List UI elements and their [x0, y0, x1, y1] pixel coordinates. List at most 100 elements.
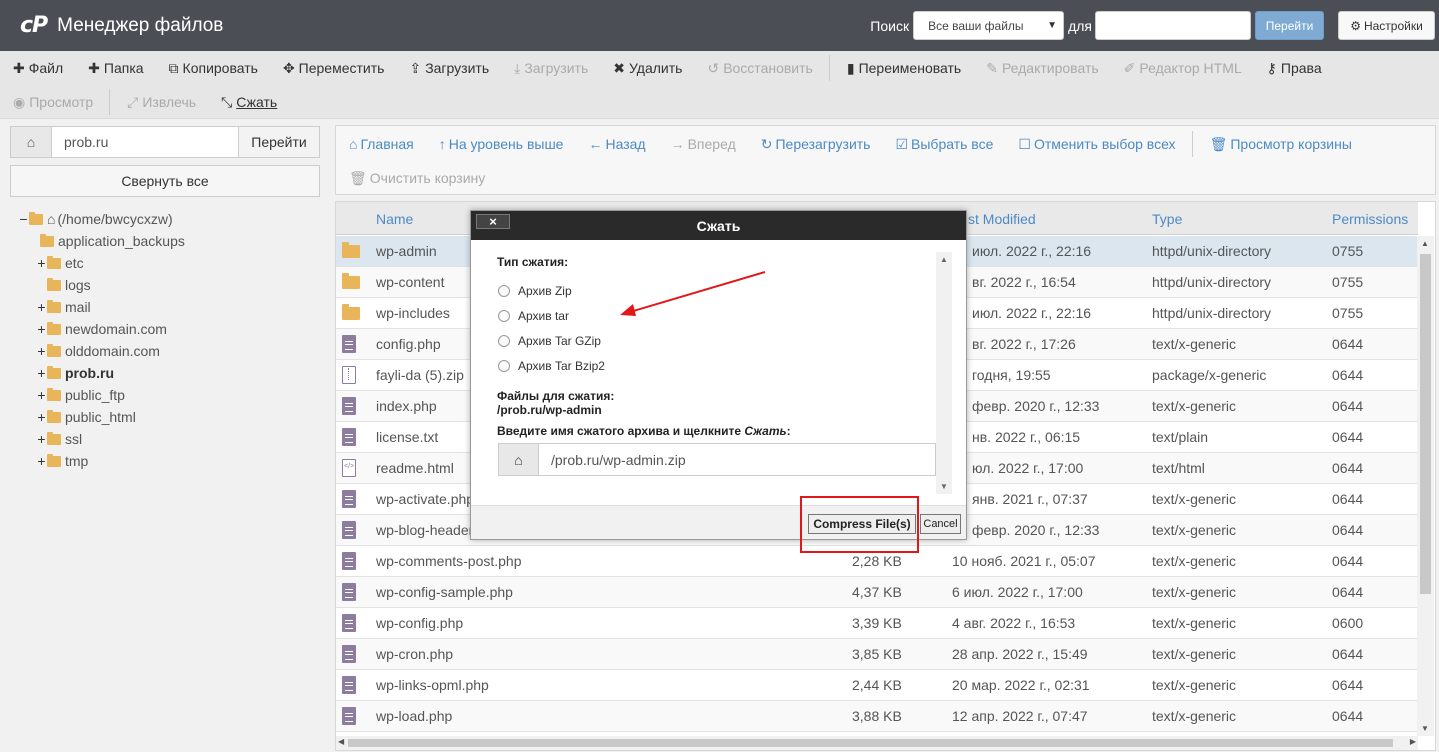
table-row[interactable]: wp-config-sample.php 4,37 KB 6 июл. 2022 г… — [336, 577, 1418, 608]
move-button[interactable]: ✥ Переместить — [283, 60, 385, 77]
search-go-button[interactable]: Перейти — [1255, 11, 1324, 40]
extract-button[interactable]: ⤢ Извлечь — [127, 94, 196, 111]
forward-button[interactable]: → Вперед — [671, 136, 736, 152]
tree-item-home[interactable]: − ⌂ (/home/bwcycxzw) — [18, 208, 185, 230]
archive-name-input[interactable]: /prob.ru/wp-admin.zip — [539, 444, 935, 475]
new-folder-button[interactable]: ✚ Папка — [88, 60, 143, 77]
reload-button[interactable]: ↻ Перезагрузить — [761, 136, 871, 153]
collapse-toggle[interactable]: − — [18, 211, 29, 227]
expand-toggle[interactable]: + — [36, 255, 47, 271]
radio-zip[interactable]: Архив Zip — [498, 284, 572, 298]
dialog-scrollbar[interactable]: ▲ ▼ — [936, 252, 952, 494]
tree-item-public-html[interactable]: + public_html — [18, 406, 185, 428]
tree-item-tmp[interactable]: + tmp — [18, 450, 185, 472]
tree-item-logs[interactable]: logs — [18, 274, 185, 296]
rename-button[interactable]: ▮ Переименовать — [847, 60, 961, 77]
file-icon — [342, 552, 356, 570]
tree-item-public-ftp[interactable]: + public_ftp — [18, 384, 185, 406]
empty-trash-button[interactable]: 🗑 Очистить корзину — [349, 170, 485, 187]
tree-item-newdomain[interactable]: + newdomain.com — [18, 318, 185, 340]
toolbar-divider — [828, 55, 830, 81]
expand-toggle[interactable]: + — [36, 453, 47, 469]
search-scope-select[interactable]: Все ваши файлы ▼ — [913, 11, 1065, 40]
delete-button[interactable]: ✖ Удалить — [613, 60, 682, 77]
compress-icon: ⤡ — [221, 93, 233, 110]
download-label: Загрузить — [524, 60, 589, 76]
cell-type: text/x-generic — [1152, 677, 1237, 693]
cpanel-logo[interactable]: cP Менеджер файлов — [20, 13, 223, 38]
radio-circle[interactable] — [498, 285, 510, 297]
scroll-up-arrow[interactable]: ▲ — [1421, 239, 1429, 248]
table-row[interactable]: wp-cron.php 3,85 KB 28 апр. 2022 г., 15:49… — [336, 639, 1418, 670]
scroll-down-arrow[interactable]: ▼ — [1421, 724, 1429, 733]
unselect-all-button[interactable]: ☐ Отменить выбор всех — [1018, 136, 1175, 153]
horizontal-scrollbar[interactable]: ◀ ▶ — [336, 736, 1418, 750]
tree-item-label: tmp — [65, 453, 89, 469]
column-header-name[interactable]: Name — [376, 211, 413, 227]
radio-tar-gzip[interactable]: Архив Tar GZip — [498, 334, 601, 348]
scrollbar-thumb[interactable] — [348, 739, 1393, 747]
view-button[interactable]: ◉ Просмотр — [13, 94, 93, 111]
radio-tar[interactable]: Архив tar — [498, 309, 569, 323]
restore-button[interactable]: ↺ Восстановить — [707, 60, 812, 77]
collapse-all-button[interactable]: Свернуть все — [10, 165, 320, 197]
download-button[interactable]: ⤓ Загрузить — [514, 60, 588, 77]
expand-toggle[interactable]: + — [36, 343, 47, 359]
new-file-button[interactable]: ✚ Файл — [13, 60, 63, 77]
folder-icon — [342, 242, 360, 258]
permissions-button[interactable]: ⚷ Права — [1267, 60, 1322, 77]
tree-item-application-backups[interactable]: application_backups — [18, 230, 185, 252]
html-editor-button[interactable]: ✐ Редактор HTML — [1124, 60, 1242, 77]
radio-circle[interactable] — [498, 360, 510, 372]
radio-circle[interactable] — [498, 335, 510, 347]
back-button[interactable]: ← Назад — [588, 136, 645, 152]
scroll-up-arrow[interactable]: ▲ — [940, 255, 948, 264]
vertical-scrollbar[interactable]: ▲ ▼ — [1417, 236, 1434, 736]
home-icon[interactable]: ⌂ — [11, 127, 52, 157]
search-input[interactable] — [1095, 11, 1251, 40]
close-icon[interactable]: × — [476, 214, 510, 229]
expand-toggle[interactable]: + — [36, 431, 47, 447]
table-row[interactable]: wp-load.php 3,88 KB 12 апр. 2022 г., 07:47… — [336, 701, 1418, 732]
expand-toggle[interactable]: + — [36, 409, 47, 425]
table-row[interactable]: wp-config.php 3,39 KB 4 авг. 2022 г., 16:5… — [336, 608, 1418, 639]
expand-toggle[interactable]: + — [36, 365, 47, 381]
radio-tar-bzip2[interactable]: Архив Tar Bzip2 — [498, 359, 605, 373]
tree-item-mail[interactable]: + mail — [18, 296, 185, 318]
cancel-button[interactable]: Cancel — [920, 514, 961, 534]
scroll-left-arrow[interactable]: ◀ — [338, 737, 344, 746]
view-trash-button[interactable]: 🗑 Просмотр корзины — [1210, 136, 1352, 153]
scrollbar-thumb[interactable] — [1420, 254, 1431, 594]
tree-item-ssl[interactable]: + ssl — [18, 428, 185, 450]
expand-toggle[interactable]: + — [36, 321, 47, 337]
expand-toggle[interactable]: + — [36, 387, 47, 403]
path-input[interactable]: prob.ru — [52, 127, 238, 157]
column-header-permissions[interactable]: Permissions — [1332, 211, 1408, 227]
radio-circle[interactable] — [498, 310, 510, 322]
copy-icon: ⧉ — [168, 59, 179, 76]
settings-button[interactable]: ⚙ Настройки — [1338, 11, 1435, 40]
home-button[interactable]: ⌂ Главная — [349, 136, 414, 152]
up-level-button[interactable]: ↑ На уровень выше — [439, 136, 564, 152]
select-all-button[interactable]: ☑ Выбрать все — [895, 136, 993, 153]
tree-item-etc[interactable]: + etc — [18, 252, 185, 274]
cell-name: readme.html — [376, 460, 454, 476]
path-go-button[interactable]: Перейти — [238, 127, 319, 157]
cell-name: wp-content — [376, 274, 445, 290]
column-header-type[interactable]: Type — [1152, 211, 1182, 227]
tree-item-olddomain[interactable]: + olddomain.com — [18, 340, 185, 362]
scroll-down-arrow[interactable]: ▼ — [940, 482, 948, 491]
file-icon — [342, 583, 356, 601]
expand-toggle[interactable]: + — [36, 299, 47, 315]
compress-button[interactable]: ⤡ Сжать — [221, 94, 277, 111]
cell-modified: февр. 2020 г., 12:33 — [972, 398, 1100, 414]
edit-button[interactable]: ✎ Редактировать — [986, 60, 1098, 77]
cell-modified: 20 мар. 2022 г., 02:31 — [952, 677, 1090, 693]
tree-item-prob-ru[interactable]: + prob.ru — [18, 362, 185, 384]
upload-button[interactable]: ⇪ Загрузить — [409, 60, 489, 77]
table-row[interactable]: wp-links-opml.php 2,44 KB 20 мар. 2022 г.,… — [336, 670, 1418, 701]
copy-button[interactable]: ⧉ Копировать — [169, 60, 258, 77]
column-header-modified[interactable]: st Modified — [968, 211, 1036, 227]
cell-modified: июл. 2022 г., 22:16 — [972, 243, 1092, 259]
scroll-right-arrow[interactable]: ▶ — [1410, 737, 1416, 746]
